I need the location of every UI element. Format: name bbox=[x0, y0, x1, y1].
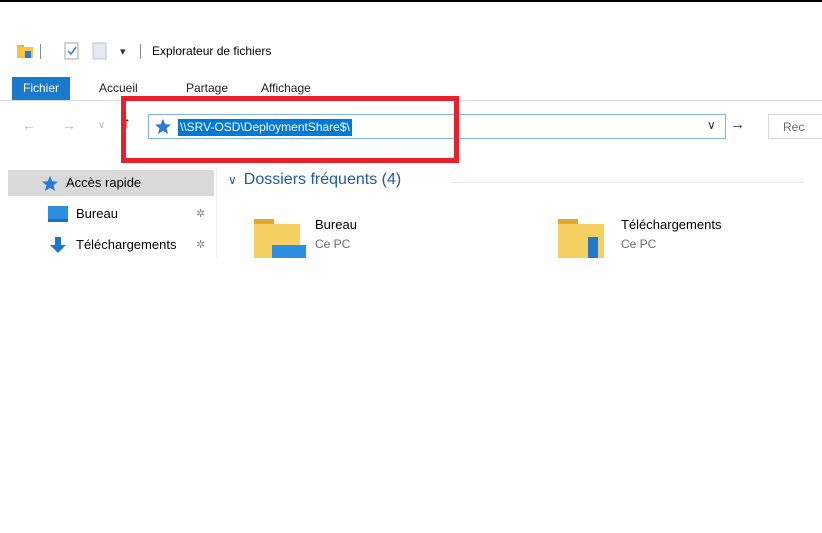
quick-access-star-icon bbox=[41, 175, 59, 195]
pin-icon[interactable]: ✲ bbox=[196, 238, 205, 251]
desktop-folder-icon bbox=[254, 219, 306, 262]
download-arrow-icon bbox=[50, 237, 66, 256]
recent-locations-chevron-icon[interactable]: ∨ bbox=[98, 120, 105, 131]
go-arrow-icon[interactable]: → bbox=[730, 116, 745, 133]
desktop-folder-icon bbox=[48, 206, 68, 225]
window-top-border bbox=[0, 0, 822, 2]
folder-name: Bureau bbox=[315, 217, 357, 232]
tab-file[interactable]: Fichier bbox=[12, 77, 70, 100]
search-input[interactable]: Rec bbox=[768, 114, 822, 139]
sidebar-item-label: Téléchargements bbox=[76, 237, 177, 252]
address-history-chevron-icon[interactable]: ∨ bbox=[707, 118, 716, 132]
sidebar-item-label: Bureau bbox=[76, 206, 118, 221]
search-placeholder: Rec bbox=[783, 120, 805, 134]
toolbar-separator bbox=[140, 44, 141, 59]
customize-toolbar-dropdown-icon[interactable]: ▾ bbox=[120, 40, 126, 62]
folder-name: Téléchargements bbox=[621, 217, 722, 232]
title-bar: ▾ Explorateur de fichiers bbox=[0, 40, 822, 66]
toolbar-separator bbox=[40, 44, 41, 59]
forward-arrow-icon[interactable]: → bbox=[62, 117, 76, 133]
sidebar-item-downloads[interactable]: Téléchargements ✲ bbox=[8, 232, 214, 258]
properties-icon[interactable] bbox=[64, 40, 80, 62]
cropped-blank-area bbox=[0, 258, 822, 533]
back-arrow-icon[interactable]: ← bbox=[22, 117, 36, 133]
sidebar-item-label: Accès rapide bbox=[66, 175, 142, 190]
sidebar-item-desktop[interactable]: Bureau ✲ bbox=[8, 201, 214, 227]
folder-icon bbox=[16, 40, 34, 62]
window-title: Explorateur de fichiers bbox=[152, 44, 272, 58]
frequent-folders-header[interactable]: ∨ Dossiers fréquents (4) bbox=[226, 171, 401, 189]
group-header-rule bbox=[452, 182, 804, 183]
navigation-pane: Accès rapide Bureau ✲ Téléchargements ✲ bbox=[0, 168, 214, 268]
pane-divider bbox=[216, 168, 217, 258]
downloads-folder-icon bbox=[558, 219, 610, 262]
sidebar-item-quick-access[interactable]: Accès rapide bbox=[8, 170, 214, 196]
pin-icon[interactable]: ✲ bbox=[196, 207, 205, 220]
folder-location: Ce PC bbox=[621, 237, 657, 251]
new-folder-icon[interactable] bbox=[92, 40, 108, 62]
annotation-highlight-box bbox=[121, 96, 459, 163]
folder-location: Ce PC bbox=[315, 237, 351, 251]
group-title: Dossiers fréquents (4) bbox=[243, 171, 402, 188]
collapse-chevron-icon[interactable]: ∨ bbox=[228, 173, 237, 187]
